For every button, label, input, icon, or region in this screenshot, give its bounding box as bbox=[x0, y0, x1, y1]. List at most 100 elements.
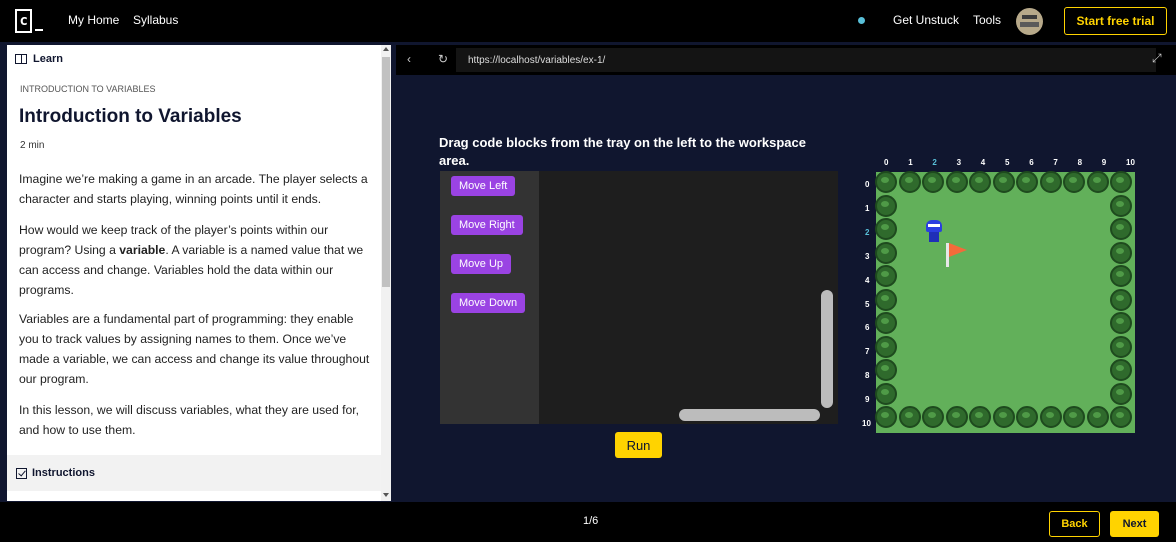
top-navigation: c My Home Syllabus Get Unstuck Tools Sta… bbox=[0, 0, 1176, 42]
workspace-vertical-scrollbar[interactable] bbox=[821, 290, 833, 408]
grid-column-label: 9 bbox=[1101, 158, 1107, 167]
bush-icon bbox=[1110, 288, 1132, 311]
bush-icon bbox=[875, 382, 897, 405]
bush-icon bbox=[1110, 382, 1132, 405]
bush-icon bbox=[1110, 312, 1132, 334]
logo-letter: c bbox=[15, 9, 33, 33]
bush-icon bbox=[875, 171, 897, 193]
lesson-panel: Learn INTRODUCTION TO VARIABLES Introduc… bbox=[7, 45, 391, 501]
grid-row-label: 8 bbox=[865, 371, 870, 381]
scroll-up-icon[interactable] bbox=[383, 47, 389, 51]
status-dot bbox=[858, 17, 865, 24]
grid-row-label: 6 bbox=[865, 323, 870, 333]
chevron-left-icon[interactable]: ‹ bbox=[407, 52, 411, 66]
grid-column-label: 5 bbox=[1005, 158, 1010, 167]
workspace-horizontal-scrollbar[interactable] bbox=[679, 409, 820, 421]
robot-visor bbox=[928, 224, 940, 227]
bush-icon bbox=[875, 288, 897, 311]
bush-icon bbox=[1063, 406, 1085, 428]
reload-icon[interactable]: ↻ bbox=[438, 52, 448, 66]
back-button[interactable]: Back bbox=[1049, 511, 1100, 537]
nav-my-home[interactable]: My Home bbox=[68, 13, 119, 27]
lesson-duration: 2 min bbox=[20, 140, 45, 151]
grid-column-label: 7 bbox=[1053, 158, 1058, 167]
bush-icon bbox=[1110, 406, 1132, 428]
bush-icon bbox=[875, 265, 897, 287]
avatar[interactable] bbox=[1016, 8, 1043, 35]
grid-row-label: 7 bbox=[865, 347, 870, 357]
block-move-down[interactable]: Move Down bbox=[451, 293, 526, 313]
grid-column-label: 4 bbox=[980, 158, 986, 167]
grid-column-label: 1 bbox=[908, 158, 913, 167]
bottom-bar: 1/6 Back Next bbox=[0, 502, 1176, 542]
grid-row-label: 3 bbox=[865, 251, 870, 261]
block-move-up[interactable]: Move Up bbox=[451, 254, 512, 274]
bush-icon bbox=[992, 406, 1015, 428]
bush-icon bbox=[875, 194, 897, 217]
robot-body bbox=[929, 232, 939, 242]
start-free-trial-button[interactable]: Start free trial bbox=[1064, 7, 1167, 35]
grid-row-label: 0 bbox=[865, 180, 870, 189]
nav-get-unstuck[interactable]: Get Unstuck bbox=[893, 13, 959, 27]
avatar-detail bbox=[1020, 22, 1039, 27]
learn-label: Learn bbox=[33, 53, 63, 65]
lesson-paragraph-4: In this lesson, we will discuss variable… bbox=[19, 403, 360, 437]
grid-row-label: 2 bbox=[865, 227, 870, 237]
bush-icon bbox=[875, 406, 897, 428]
bush-icon bbox=[875, 359, 897, 381]
grid-column-label: 8 bbox=[1077, 158, 1083, 167]
url-bar[interactable]: https://localhost/variables/ex-1/ bbox=[456, 48, 1156, 72]
progress-indicator: 1/6 bbox=[583, 515, 599, 527]
bush-icon bbox=[875, 312, 897, 334]
bush-icon bbox=[1110, 359, 1132, 381]
bush-icon bbox=[969, 406, 991, 428]
bush-icon bbox=[922, 406, 944, 428]
run-button[interactable]: Run bbox=[615, 432, 662, 458]
bush-icon bbox=[1110, 335, 1132, 358]
bush-icon bbox=[1110, 265, 1132, 287]
grid-column-label: 2 bbox=[932, 158, 937, 167]
lesson-kicker: INTRODUCTION TO VARIABLES bbox=[20, 84, 156, 94]
bush-icon bbox=[898, 406, 921, 428]
next-button[interactable]: Next bbox=[1110, 511, 1159, 537]
nav-tools[interactable]: Tools bbox=[973, 13, 1001, 27]
grid-column-label: 6 bbox=[1029, 158, 1034, 167]
bush-icon bbox=[1039, 406, 1062, 428]
instructions-header[interactable]: Instructions bbox=[7, 455, 381, 491]
variable-term: variable bbox=[119, 243, 166, 257]
instructions-label: Instructions bbox=[32, 467, 95, 479]
bush-icon bbox=[945, 406, 968, 428]
bush-icon bbox=[1086, 406, 1109, 428]
game-grid bbox=[876, 172, 1135, 433]
bush-icon bbox=[945, 171, 968, 193]
grid-row-label: 1 bbox=[865, 203, 870, 213]
nav-syllabus[interactable]: Syllabus bbox=[133, 13, 178, 27]
lesson-scrollbar[interactable] bbox=[381, 45, 391, 501]
flag-icon bbox=[949, 243, 967, 257]
grid-row-label: 5 bbox=[865, 299, 870, 309]
scrollbar-thumb[interactable] bbox=[382, 57, 390, 287]
expand-icon[interactable]: ⤢ bbox=[1152, 51, 1162, 66]
lesson-paragraph-2: How would we keep track of the player’s … bbox=[19, 220, 375, 300]
block-workspace[interactable]: Move Left Move Right Move Up Move Down bbox=[440, 171, 838, 424]
grid-column-label: 10 bbox=[1126, 158, 1135, 167]
grid-row-label: 10 bbox=[862, 419, 871, 428]
grid-row-label: 4 bbox=[865, 275, 870, 285]
scroll-down-icon[interactable] bbox=[383, 493, 389, 497]
block-move-left[interactable]: Move Left bbox=[451, 176, 516, 196]
logo-underscore bbox=[35, 29, 43, 31]
codecademy-logo[interactable]: c bbox=[15, 8, 43, 34]
checkbox-icon bbox=[16, 467, 27, 479]
bush-icon bbox=[875, 335, 897, 358]
exercise-instruction: Drag code blocks from the tray on the le… bbox=[439, 135, 806, 168]
bush-icon bbox=[992, 171, 1015, 193]
block-tray: Move Left Move Right Move Up Move Down bbox=[440, 171, 539, 424]
bush-icon bbox=[1110, 241, 1132, 264]
bush-icon bbox=[875, 218, 897, 240]
learn-header[interactable]: Learn bbox=[7, 45, 391, 73]
lesson-paragraph-1: Imagine we’re making a game in an arcade… bbox=[19, 172, 368, 206]
bush-icon bbox=[1016, 171, 1038, 193]
bush-icon bbox=[969, 171, 991, 193]
bush-icon bbox=[1016, 406, 1038, 428]
block-move-right[interactable]: Move Right bbox=[451, 215, 523, 235]
